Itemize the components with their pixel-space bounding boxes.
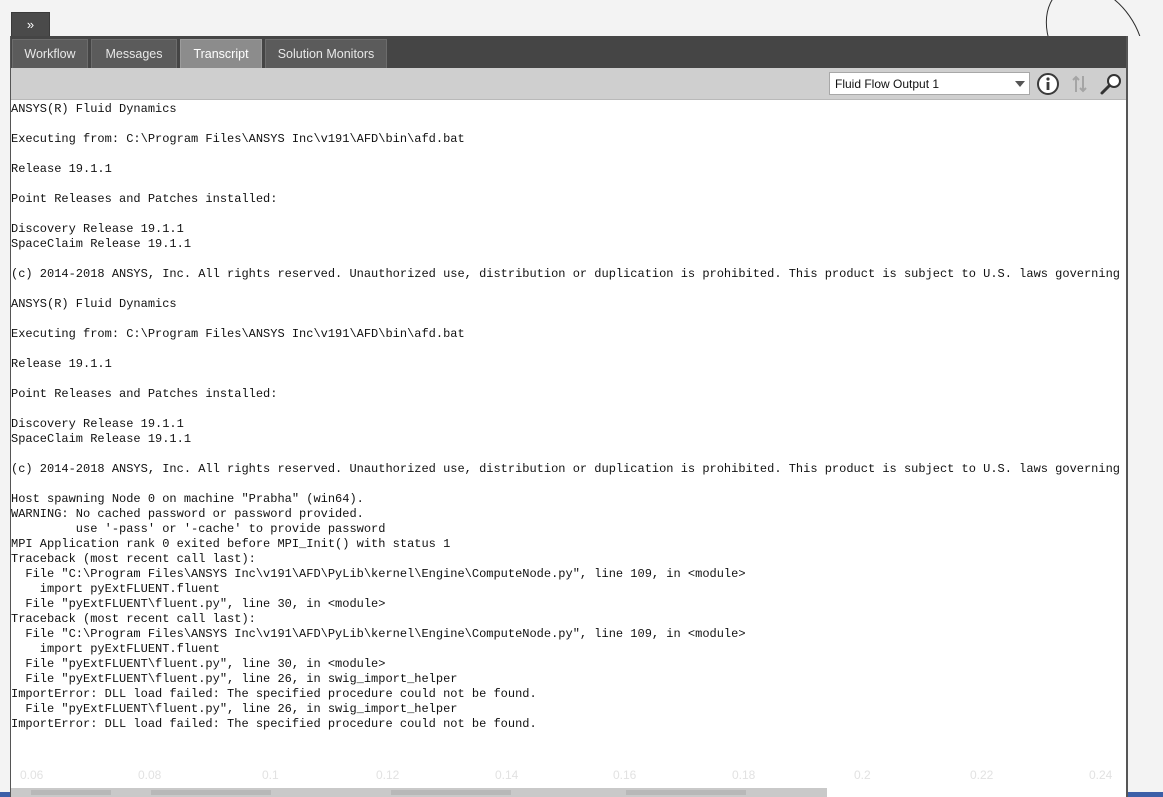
tab-workflow[interactable]: Workflow: [12, 39, 88, 68]
tab-solution-monitors[interactable]: Solution Monitors: [265, 39, 387, 68]
background-axis-labels: 0.06 0.08 0.1 0.12 0.14 0.16 0.18 0.2 0.…: [11, 768, 1126, 784]
double-chevron-down-icon: »: [26, 17, 35, 32]
search-icon[interactable]: [1099, 72, 1123, 96]
axis-tick: 0.06: [20, 768, 44, 782]
right-edge-geometry: [1128, 36, 1163, 797]
axis-tick: 0.12: [376, 768, 400, 782]
sort-arrows-icon[interactable]: [1068, 72, 1092, 96]
axis-tick: 0.14: [495, 768, 519, 782]
axis-tick: 0.16: [613, 768, 637, 782]
axis-tick: 0.08: [138, 768, 162, 782]
output-panel: Workflow Messages Transcript Solution Mo…: [10, 36, 1128, 797]
tab-bar: Workflow Messages Transcript Solution Mo…: [11, 36, 1126, 68]
axis-tick: 0.18: [732, 768, 756, 782]
output-select[interactable]: Fluid Flow Output 1: [829, 72, 1030, 95]
tab-transcript[interactable]: Transcript: [180, 39, 262, 68]
axis-tick: 0.22: [970, 768, 994, 782]
axis-tick: 0.2: [854, 768, 871, 782]
chevron-down-icon: [1015, 81, 1025, 87]
transcript-text[interactable]: ANSYS(R) Fluid Dynamics Executing from: …: [11, 102, 1126, 762]
tab-messages[interactable]: Messages: [91, 39, 177, 68]
axis-tick: 0.24: [1089, 768, 1113, 782]
collapse-panel-button[interactable]: »: [11, 12, 50, 36]
bottom-edge-strip: [0, 792, 1163, 797]
axis-tick: 0.1: [262, 768, 279, 782]
transcript-toolbar: Fluid Flow Output 1: [11, 68, 1126, 100]
output-select-value: Fluid Flow Output 1: [835, 76, 940, 91]
info-icon[interactable]: [1036, 72, 1060, 96]
